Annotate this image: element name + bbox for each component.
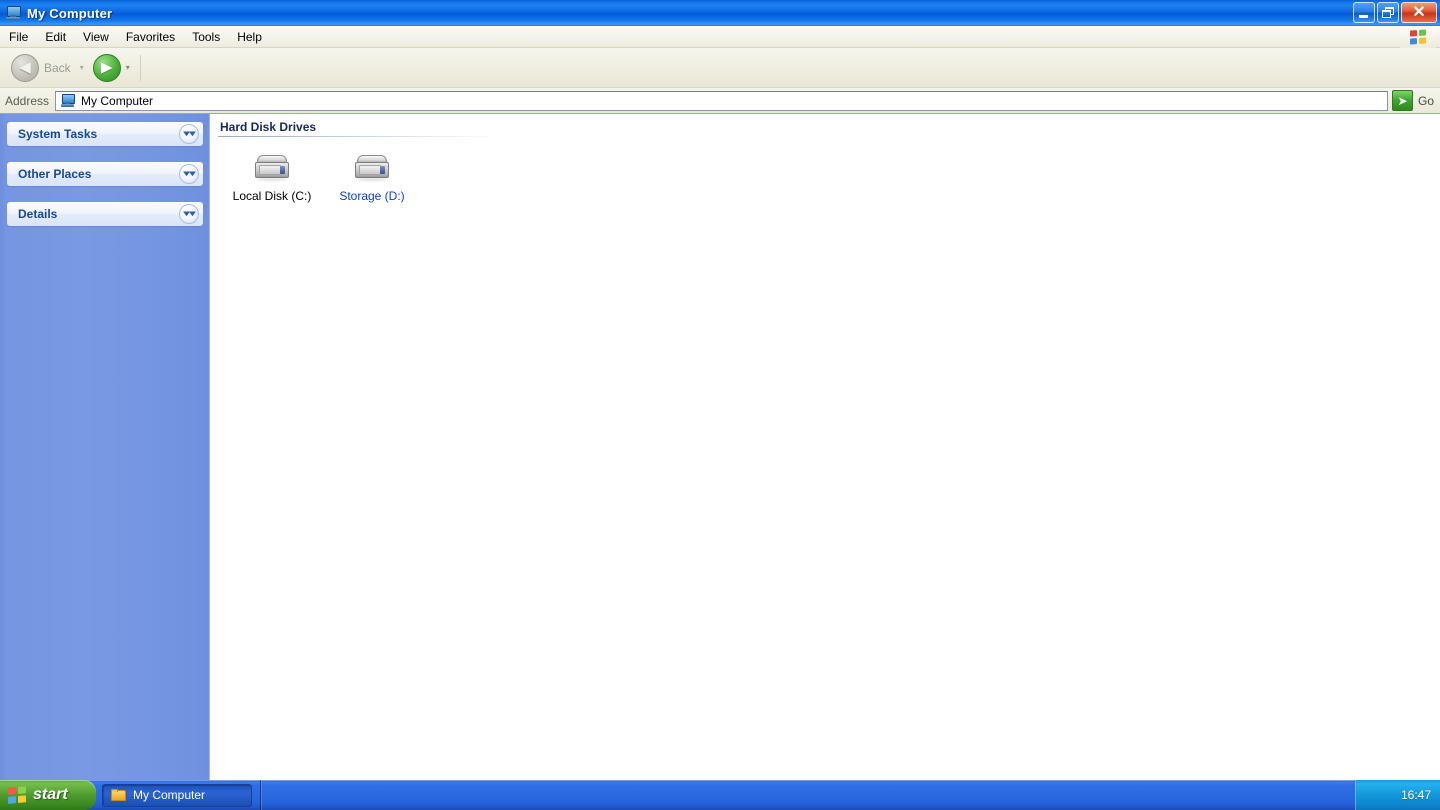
windows-flag-icon xyxy=(8,785,27,805)
menu-favorites[interactable]: Favorites xyxy=(118,28,183,46)
toolbar-divider xyxy=(139,54,141,81)
go-arrow-icon: ➤ xyxy=(1391,90,1413,111)
start-button[interactable]: start xyxy=(0,780,96,810)
task-sidebar: System Tasks ▼▼ Other Places ▼▼ Details … xyxy=(0,114,210,780)
menu-file[interactable]: File xyxy=(1,28,36,46)
hard-disk-icon xyxy=(254,153,290,183)
taskbar-button-label: My Computer xyxy=(133,788,206,802)
hard-disk-icon xyxy=(354,153,390,183)
panel-title: System Tasks xyxy=(18,127,98,141)
clock[interactable]: 16:47 xyxy=(1401,788,1431,802)
windows-xp-desktop: My Computer ✕ File Edit View Favorites T… xyxy=(0,0,1440,810)
back-arrow-icon: ◀ xyxy=(11,53,39,82)
drive-label: Local Disk (C:) xyxy=(232,189,312,203)
folder-icon xyxy=(111,788,127,802)
start-label: start xyxy=(33,786,68,803)
address-bar: Address My Computer ➤ Go xyxy=(0,88,1440,114)
navigation-toolbar: ◀ Back ▾ ▶ ▾ xyxy=(0,48,1440,88)
menu-tools[interactable]: Tools xyxy=(184,28,228,46)
chevron-down-icon[interactable]: ▼▼ xyxy=(179,124,199,144)
drive-label: Storage (D:) xyxy=(339,189,405,203)
drive-icon-grid: Local Disk (C:) Storage (D:) xyxy=(218,151,1440,208)
minimize-icon xyxy=(1359,15,1368,18)
sidebar-panel-details[interactable]: Details ▼▼ xyxy=(7,202,203,226)
minimize-button[interactable] xyxy=(1353,2,1375,23)
panel-title: Other Places xyxy=(18,167,92,181)
chevron-down-icon[interactable]: ▼▼ xyxy=(179,164,199,184)
my-computer-icon xyxy=(4,4,22,22)
back-label: Back xyxy=(44,60,71,75)
address-input[interactable]: My Computer xyxy=(55,90,1388,111)
menu-help[interactable]: Help xyxy=(229,28,270,46)
forward-dropdown-icon[interactable]: ▾ xyxy=(126,63,130,72)
chevron-down-icon[interactable]: ▼▼ xyxy=(179,204,199,224)
taskbar-button-my-computer[interactable]: My Computer xyxy=(102,783,252,807)
menu-view[interactable]: View xyxy=(75,28,117,46)
windows-flag-icon xyxy=(1400,27,1436,48)
taskbar-empty-area xyxy=(261,780,1355,810)
close-icon: ✕ xyxy=(1412,4,1426,21)
group-separator xyxy=(218,136,498,137)
go-label: Go xyxy=(1417,93,1434,108)
file-list-pane[interactable]: Hard Disk Drives Local Disk (C:) Storage… xyxy=(210,114,1440,780)
window-titlebar: My Computer ✕ xyxy=(0,0,1440,26)
menu-bar: File Edit View Favorites Tools Help xyxy=(0,26,1440,48)
address-value: My Computer xyxy=(81,93,154,108)
system-tray[interactable]: 16:47 xyxy=(1355,780,1440,810)
taskbar-buttons: My Computer xyxy=(96,780,252,810)
close-button[interactable]: ✕ xyxy=(1401,2,1437,23)
restore-button[interactable] xyxy=(1377,2,1399,23)
window-controls: ✕ xyxy=(1353,2,1437,23)
sidebar-panel-system-tasks[interactable]: System Tasks ▼▼ xyxy=(7,122,203,146)
forward-button[interactable]: ▶ xyxy=(90,52,124,84)
panel-title: Details xyxy=(18,207,58,221)
back-button[interactable]: ◀ Back xyxy=(8,52,78,84)
window-title: My Computer xyxy=(27,5,113,21)
forward-arrow-icon: ▶ xyxy=(92,53,121,82)
sidebar-panel-other-places[interactable]: Other Places ▼▼ xyxy=(7,162,203,186)
drive-item-local-disk-c[interactable]: Local Disk (C:) xyxy=(222,151,322,208)
menu-edit[interactable]: Edit xyxy=(37,28,74,46)
group-header-hard-disk-drives: Hard Disk Drives xyxy=(220,120,317,134)
back-dropdown-icon[interactable]: ▾ xyxy=(80,63,84,72)
drive-item-storage-d[interactable]: Storage (D:) xyxy=(322,151,422,208)
my-computer-icon xyxy=(60,93,76,109)
address-label: Address xyxy=(5,93,50,108)
go-button[interactable]: ➤ Go xyxy=(1390,90,1440,111)
taskbar: start My Computer 16:47 xyxy=(0,780,1440,810)
content-area: System Tasks ▼▼ Other Places ▼▼ Details … xyxy=(0,114,1440,780)
